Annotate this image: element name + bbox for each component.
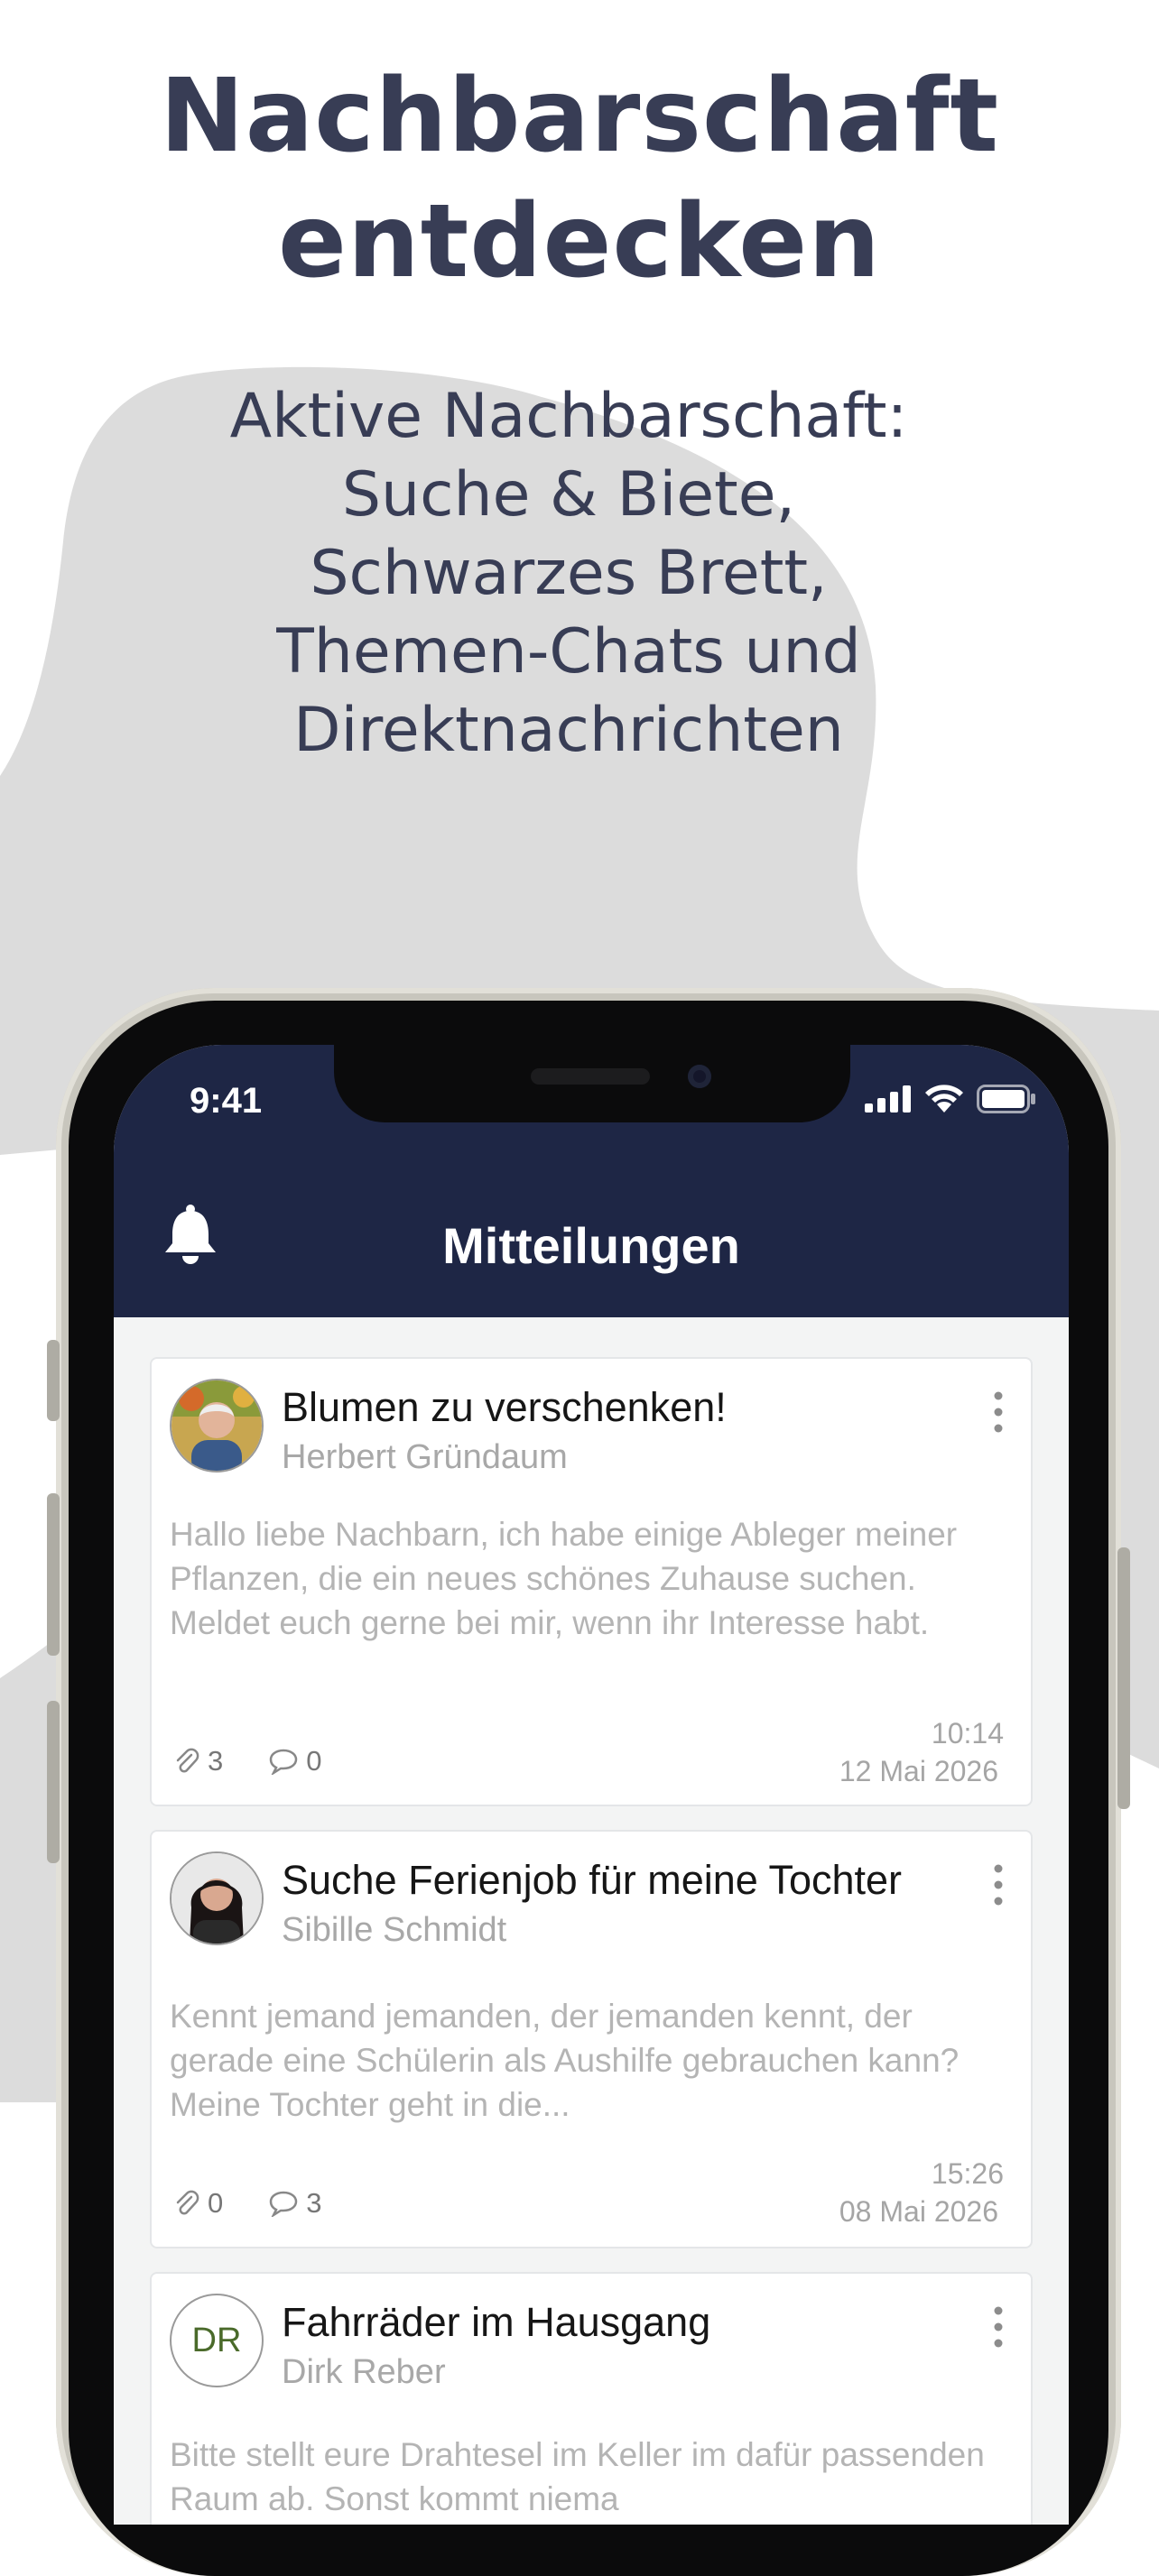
avatar-initials: DR [191,2321,242,2359]
app-header: 9:41 Mitteilungen [114,1045,1069,1317]
phone-screen: 9:41 Mitteilungen Blumen zu verschenken!… [114,1045,1069,2525]
post-card[interactable]: Suche Ferienjob für meine Tochter Sibill… [150,1830,1033,2248]
status-time: 9:41 [190,1081,263,1121]
subline-line-4: Themen-Chats und [276,616,861,688]
headline-line-1: Nachbarschaft [159,58,1000,175]
attachment-count: 3 [208,1745,224,1777]
attachment-count: 0 [208,2187,224,2219]
battery-icon [977,1085,1035,1113]
subline-line-3: Schwarzes Brett, [310,538,828,609]
phone-volume-up-button [47,1493,60,1656]
comment-icon [269,1749,298,1775]
post-meta: 3 0 [173,1745,322,1777]
phone-speaker [531,1068,650,1085]
phone-volume-down-button [47,1701,60,1863]
post-body: Bitte stellt eure Drahtesel im Keller im… [170,2436,985,2517]
post-date: 08 Mai 2026 [839,2195,998,2228]
post-meta: 0 3 [173,2187,322,2220]
phone-power-button [1117,1547,1130,1809]
headline: Nachbarschaft entdecken [0,54,1159,305]
post-body: Kennt jemand jemanden, der jemanden kenn… [170,1998,960,2123]
post-timestamp: 15:26 08 Mai 2026 [839,2155,1004,2230]
subline: Aktive Nachbarschaft: Suche & Biete, Sch… [0,377,1137,770]
page-title: Mitteilungen [442,1217,740,1274]
comment-count: 0 [306,1745,322,1777]
phone-camera [688,1065,711,1088]
headline-line-2: entdecken [278,182,881,300]
comment-count: 3 [306,2187,322,2219]
status-icons [865,1085,1036,1113]
post-body: Hallo liebe Nachbarn, ich habe einige Ab… [170,1516,958,1641]
more-options-icon[interactable] [993,1391,1004,1433]
post-author: Dirk Reber [282,2353,446,2391]
avatar-photo-sibille [172,1853,262,1944]
subline-line-2: Suche & Biete, [341,459,796,531]
subline-line-1: Aktive Nachbarschaft: [229,381,908,452]
attachment-icon [176,2190,199,2215]
avatar-photo-herbert [172,1380,262,1471]
avatar[interactable] [170,1379,264,1473]
post-card[interactable]: Blumen zu verschenken! Herbert Gründaum … [150,1357,1033,1806]
subline-line-5: Direktnachrichten [293,695,844,766]
post-title: Fahrräder im Hausgang [282,2299,711,2345]
attachment-icon [176,1748,199,1773]
post-date: 12 Mai 2026 [839,1755,998,1787]
phone-mute-button [47,1340,60,1421]
comment-icon [269,2191,298,2217]
post-title: Suche Ferienjob für meine Tochter [282,1857,903,1903]
wifi-icon [925,1085,963,1113]
post-author: Sibille Schmidt [282,1911,507,1949]
avatar[interactable]: DR [170,2294,264,2387]
avatar[interactable] [170,1851,264,1945]
more-options-icon[interactable] [993,1864,1004,1906]
post-time: 10:14 [931,1717,1004,1750]
more-options-icon[interactable] [993,2306,1004,2348]
post-list: Blumen zu verschenken! Herbert Gründaum … [150,1357,1033,2525]
post-card[interactable]: DR Fahrräder im Hausgang Dirk Reber Bitt… [150,2272,1033,2525]
signal-icon [865,1085,911,1113]
post-time: 15:26 [931,2157,1004,2190]
post-timestamp: 10:14 12 Mai 2026 [839,1714,1004,1790]
post-title: Blumen zu verschenken! [282,1384,727,1430]
post-author: Herbert Gründaum [282,1438,568,1476]
